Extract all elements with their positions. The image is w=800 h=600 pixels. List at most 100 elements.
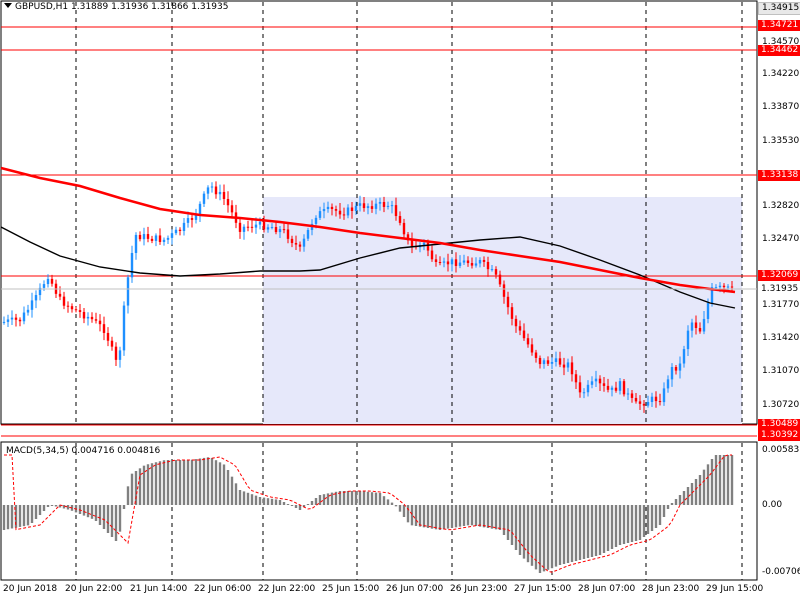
macd-bar [130,473,134,505]
candle-body [386,205,390,207]
macd-bar [430,505,434,529]
macd-bar [522,505,526,559]
candle-body [602,383,606,386]
candle-body [162,239,166,242]
candle-body [646,401,650,406]
macd-bar [626,505,630,543]
candle-body [2,321,6,323]
price-axis-label: 1.30720 [762,400,800,410]
price-axis-label: 1.31770 [762,300,800,310]
macd-bar [94,505,98,521]
macd-bar [158,461,162,505]
candle-body [354,205,358,211]
candle-body [614,387,618,391]
candle-body [422,242,426,246]
macd-bar [550,505,554,569]
candle-body [166,237,170,240]
candle-body [726,286,730,288]
level-price-tag: 1.30489 [758,419,800,430]
macd-bar [662,505,666,517]
macd-bar [678,495,682,505]
candle-body [14,317,18,320]
candle-body [390,205,394,207]
candle-body [174,229,178,234]
candle-body [610,387,614,390]
candle-body [146,234,150,239]
candle-body [438,262,442,264]
macd-bar [246,492,250,505]
macd-bar [706,464,710,505]
macd-bar [594,505,598,556]
candle-body [658,401,662,403]
price-chart[interactable] [0,0,800,600]
macd-bar [518,505,522,555]
candle-body [470,263,474,266]
candle-body [478,259,482,264]
macd-bar [322,494,326,505]
candle-body [650,396,654,402]
current-price-tag: 1.31935 [758,284,800,295]
candle-body [634,397,638,402]
macd-bar [646,505,650,534]
candle-body [398,216,402,223]
macd-bar [278,500,282,505]
macd-bar [382,496,386,505]
macd-bar [514,505,518,550]
macd-bar [490,505,494,529]
macd-bar [682,491,686,505]
macd-bar [558,505,562,565]
macd-bar [150,463,154,505]
macd-axis-label: -0.007068 [762,567,800,577]
macd-bar [390,502,394,505]
candle-body [242,226,246,232]
level-price-tag: 1.34721 [758,20,800,31]
candle-body [222,191,226,199]
candle-body [246,226,250,228]
candle-body [266,227,270,230]
candle-body [334,209,338,211]
candle-body [206,187,210,194]
candle-body [666,379,670,389]
dropdown-triangle-icon[interactable] [4,3,12,8]
macd-bar [386,499,390,505]
macd-bar [482,505,486,528]
macd-bar [26,505,30,526]
candle-body [606,385,610,390]
macd-bar [650,505,654,531]
macd-bar [590,505,594,557]
candle-body [582,392,586,394]
macd-bar [670,503,674,505]
chart-window[interactable]: GBPUSD,H1 1.31889 1.31936 1.31866 1.3193… [0,0,800,600]
candle-body [594,378,598,382]
macd-bar [402,505,406,517]
candle-body [30,300,34,310]
macd-axis-label: 0.00 [762,500,783,510]
macd-bar [214,460,218,505]
time-axis-label: 22 Jun 22:00 [258,584,316,594]
candle-body [462,260,466,263]
candle-body [570,362,574,375]
candle-body [314,217,318,224]
macd-bar [418,505,422,527]
candle-body [342,214,346,216]
candle-body [106,332,110,341]
candle-body [670,366,674,380]
candle-body [410,240,414,247]
macd-bar [6,505,10,530]
candle-body [326,206,330,210]
macd-bar [110,505,114,537]
macd-bar [350,491,354,505]
macd-bar [374,492,378,505]
macd-bar [406,505,410,523]
macd-bar [330,492,334,505]
macd-bar [602,505,606,553]
candle-body [154,235,158,241]
candle-body [638,401,642,404]
candle-body [562,364,566,368]
candle-body [542,360,546,365]
macd-bar [506,505,510,540]
macd-bar [586,505,590,558]
candle-body [74,309,78,311]
macd-bar [22,505,26,527]
price-axis-label: 1.31070 [762,366,800,376]
